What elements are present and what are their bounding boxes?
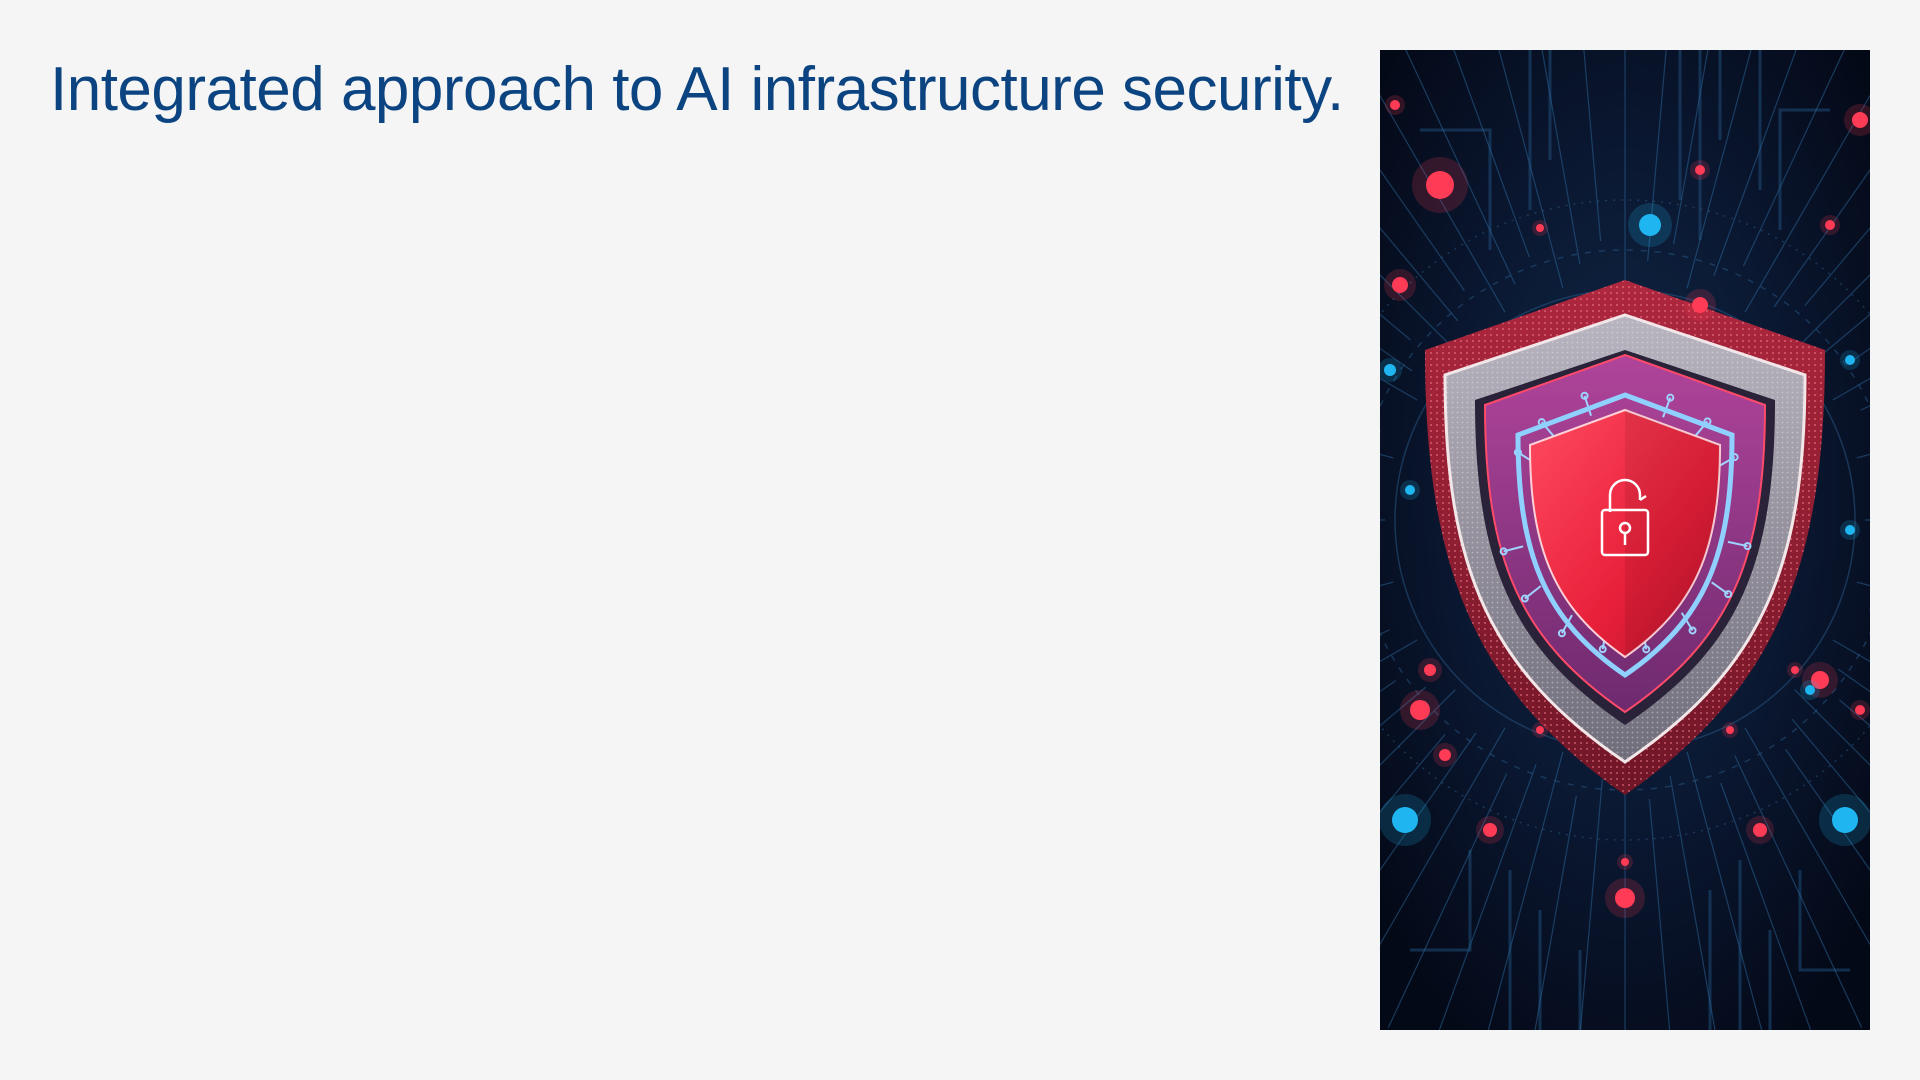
slide: Integrated approach to AI infrastructure… [0,0,1920,1080]
glow-dot [1695,165,1705,175]
glow-dot [1621,858,1629,866]
glow-dot [1832,807,1858,833]
glow-dot [1439,749,1451,761]
glow-dot [1845,525,1855,535]
glow-dot [1825,220,1835,230]
glow-dot [1424,664,1436,676]
glow-dot [1855,705,1865,715]
glow-dot [1791,666,1799,674]
glow-dot [1852,112,1868,128]
glow-dot [1426,171,1454,199]
glow-dot [1410,700,1430,720]
glow-dot [1405,485,1415,495]
glow-dot [1753,823,1767,837]
glow-dot [1392,807,1418,833]
glow-dot [1692,297,1708,313]
slide-title: Integrated approach to AI infrastructure… [50,55,1344,124]
glow-dot [1384,364,1396,376]
glow-dot [1390,100,1400,110]
glow-dot [1639,214,1661,236]
glow-dot [1845,355,1855,365]
glow-dot [1615,888,1635,908]
glow-dot [1536,726,1544,734]
glow-dot [1726,726,1734,734]
glow-dot [1805,685,1815,695]
glow-dot [1536,224,1544,232]
glow-dot [1483,823,1497,837]
security-shield-image [1380,50,1870,1030]
glow-dot [1392,277,1408,293]
shield-lock-icon [1380,50,1870,1030]
